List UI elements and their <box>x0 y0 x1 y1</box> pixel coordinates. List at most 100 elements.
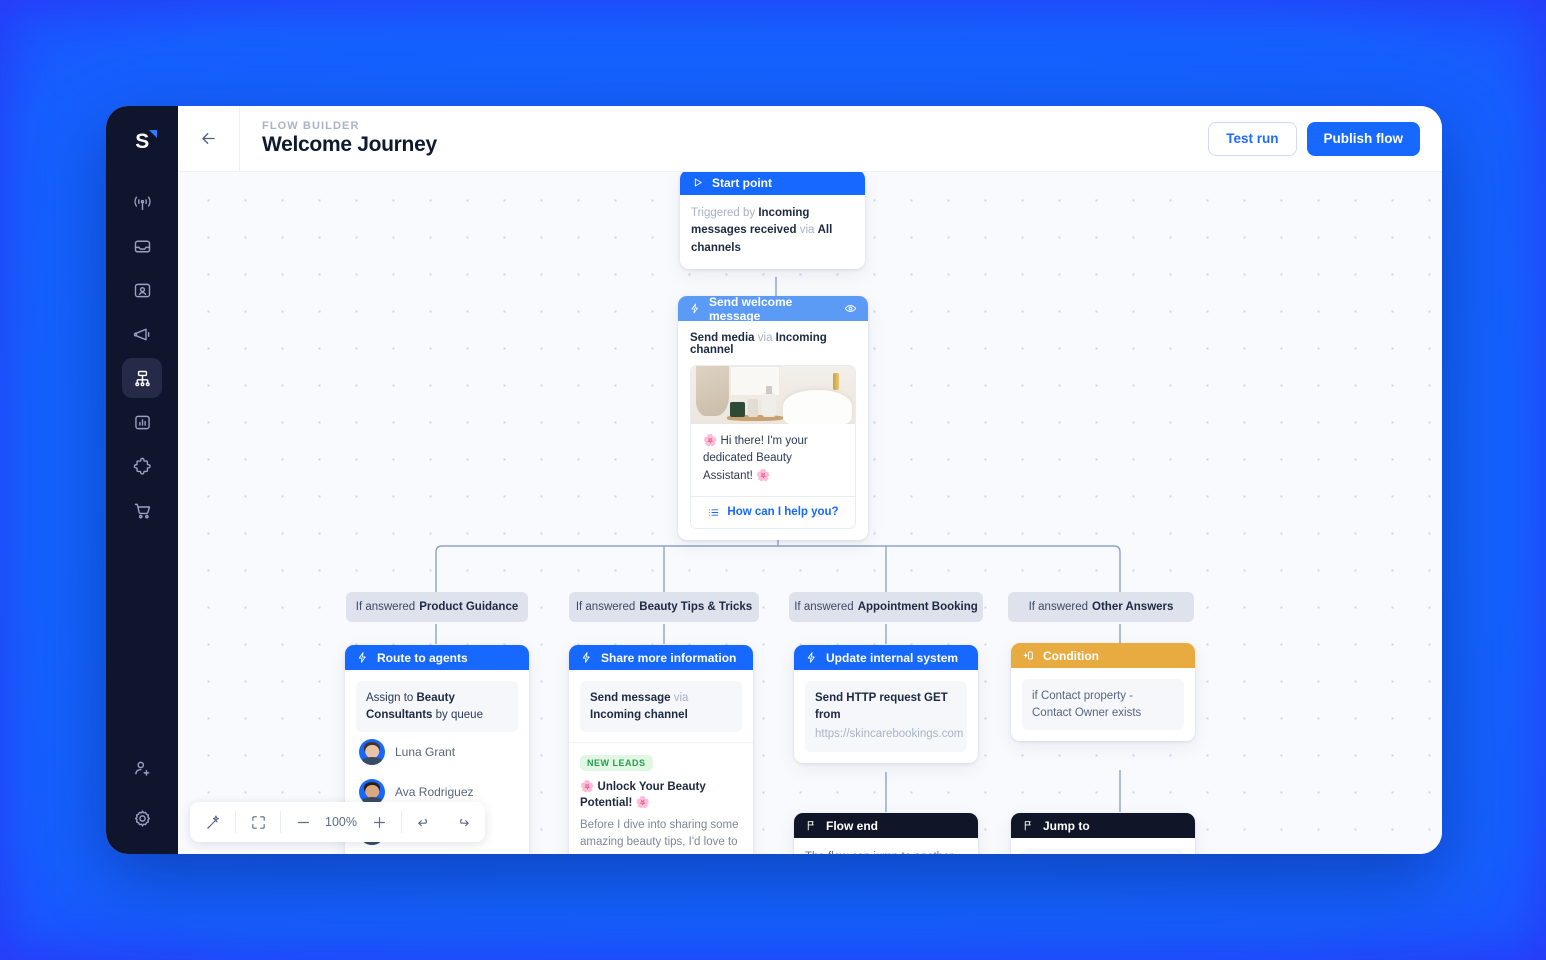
zoom-level[interactable]: 100% <box>322 815 360 829</box>
top-bar: FLOW BUILDER Welcome Journey Test run Pu… <box>178 106 1442 172</box>
sidebar-item-campaigns[interactable] <box>122 314 162 354</box>
node-start-point[interactable]: Start point Triggered by Incoming messag… <box>680 172 865 269</box>
test-run-button[interactable]: Test run <box>1208 121 1297 156</box>
assign-suffix: by queue <box>432 708 483 721</box>
fullscreen-icon <box>251 815 265 829</box>
undo-button[interactable] <box>405 802 443 842</box>
welcome-media-card: 🌸 Hi there! I'm your dedicated Beauty As… <box>690 365 856 529</box>
auto-layout-button[interactable] <box>194 802 232 842</box>
branch-chip-product-guidance[interactable]: If answered Product Guidance <box>346 592 528 622</box>
chip-value: Other Answers <box>1092 601 1174 613</box>
back-button[interactable] <box>178 106 240 172</box>
send-action-channel: Incoming channel <box>590 708 688 721</box>
sidebar-item-contacts[interactable] <box>122 270 162 310</box>
condition-icon <box>1023 651 1033 660</box>
chart-icon <box>134 415 150 429</box>
node-update-internal-system[interactable]: Update internal system Send HTTP request… <box>794 645 978 764</box>
app-logo[interactable]: S <box>122 124 162 160</box>
assignment-panel: Assign to Beauty Consultants by queue <box>356 681 518 733</box>
toolbar-divider <box>401 811 402 833</box>
breadcrumb: FLOW BUILDER <box>262 120 360 132</box>
sidebar-item-integrations[interactable] <box>122 446 162 486</box>
sidebar-item-broadcast[interactable] <box>122 182 162 222</box>
image-towel <box>695 366 729 416</box>
sidebar-bottom-nav <box>122 748 162 838</box>
http-request-url: https://skincarebookings.com <box>815 728 964 741</box>
eye-icon <box>844 305 857 312</box>
node-flow-end[interactable]: Flow end The flow can jump to another no… <box>794 813 978 854</box>
node-header: Share more information <box>569 645 753 670</box>
redo-button[interactable] <box>443 802 481 842</box>
publish-flow-button[interactable]: Publish flow <box>1306 121 1420 156</box>
agent-list-item[interactable]: Luna Grant <box>356 732 518 772</box>
preview-toggle[interactable] <box>844 302 857 315</box>
node-header: Send welcome message <box>678 296 868 323</box>
sidebar-item-flows[interactable] <box>122 358 162 398</box>
node-title: Condition <box>1043 648 1099 663</box>
branch-chip-appointment-booking[interactable]: If answered Appointment Booking <box>789 592 983 622</box>
flow-canvas[interactable]: Start point Triggered by Incoming messag… <box>178 172 1442 854</box>
node-body: Send message via Incoming channel <box>569 670 753 733</box>
status-badge: NEW LEADS <box>580 755 653 772</box>
megaphone-icon <box>133 328 149 340</box>
node-title: Route to agents <box>377 650 468 665</box>
assign-prefix: Assign to <box>366 692 417 704</box>
node-body: Triggered by Incoming messages received … <box>680 195 865 269</box>
message-body: Before I dive into sharing some amazing … <box>580 818 739 849</box>
quick-reply-button[interactable]: How can I help you? <box>691 495 855 528</box>
condition-prefix: if <box>1032 690 1041 702</box>
image-bottle <box>748 398 759 418</box>
zoom-in-button[interactable] <box>360 802 398 842</box>
chip-prefix: If answered <box>1028 601 1089 613</box>
cart-icon <box>134 503 150 518</box>
node-body: Send HTTP request GET from https://skinc… <box>794 670 978 763</box>
arrow-left-icon <box>202 133 215 144</box>
sidebar-item-invite-user[interactable] <box>122 748 162 788</box>
node-body: if Contact property - Contact Owner exis… <box>1011 668 1195 741</box>
toolbar-divider <box>280 811 281 833</box>
add-user-icon <box>134 761 149 776</box>
image-sink <box>782 390 852 424</box>
chip-prefix: If answered <box>794 601 854 613</box>
canvas-toolbar: 100% <box>190 802 485 842</box>
node-header: Update internal system <box>794 645 978 670</box>
condition-text: Contact property - Contact Owner exists <box>1032 690 1142 719</box>
logo-letter: S <box>135 130 149 153</box>
node-share-more-information[interactable]: Share more information Send message via … <box>569 645 753 854</box>
quick-reply-label: How can I help you? <box>727 506 839 519</box>
contacts-icon <box>134 283 150 297</box>
welcome-action-prefix: Send media <box>690 332 755 344</box>
http-request-panel: Send HTTP request GET from https://skinc… <box>805 681 967 753</box>
flow-icon <box>134 370 150 386</box>
sidebar-item-analytics[interactable] <box>122 402 162 442</box>
sidebar-item-inbox[interactable] <box>122 226 162 266</box>
flow-end-note: The flow can jump to another node if ava… <box>794 838 978 854</box>
sidebar-item-commerce[interactable] <box>122 490 162 530</box>
image-faucet <box>832 372 839 391</box>
chip-value: Beauty Tips & Tricks <box>639 601 753 613</box>
jump-target-panel: Jump to Route to agents <box>1022 849 1184 854</box>
broadcast-icon <box>133 196 151 210</box>
zoom-out-button[interactable] <box>284 802 322 842</box>
top-bar-actions: Test run Publish flow <box>1208 121 1420 156</box>
node-condition[interactable]: Condition if Contact property - Contact … <box>1011 643 1195 742</box>
node-header: Start point <box>680 172 865 195</box>
node-title: Update internal system <box>826 650 959 665</box>
flag-icon <box>807 821 814 831</box>
chip-value: Appointment Booking <box>857 601 978 613</box>
welcome-action-label: Send media via Incoming channel <box>678 321 868 365</box>
sidebar-item-settings[interactable] <box>122 798 162 838</box>
app-sidebar: S <box>106 106 178 854</box>
magic-wand-icon <box>206 815 219 829</box>
node-jump-to[interactable]: Jump to Jump to Route to agents <box>1011 813 1195 854</box>
agent-name: Luna Grant <box>395 745 456 760</box>
node-header: Route to agents <box>345 645 529 670</box>
fit-to-screen-button[interactable] <box>239 802 277 842</box>
branch-chip-beauty-tips[interactable]: If answered Beauty Tips & Tricks <box>569 592 759 622</box>
avatar <box>359 739 385 766</box>
image-wall-panel <box>730 366 780 397</box>
node-send-welcome-message[interactable]: Send welcome message Send media via Inco… <box>678 296 868 540</box>
branch-chip-other-answers[interactable]: If answered Other Answers <box>1008 592 1194 622</box>
node-header: Flow end <box>794 813 978 838</box>
node-title: Send welcome message <box>708 296 793 323</box>
